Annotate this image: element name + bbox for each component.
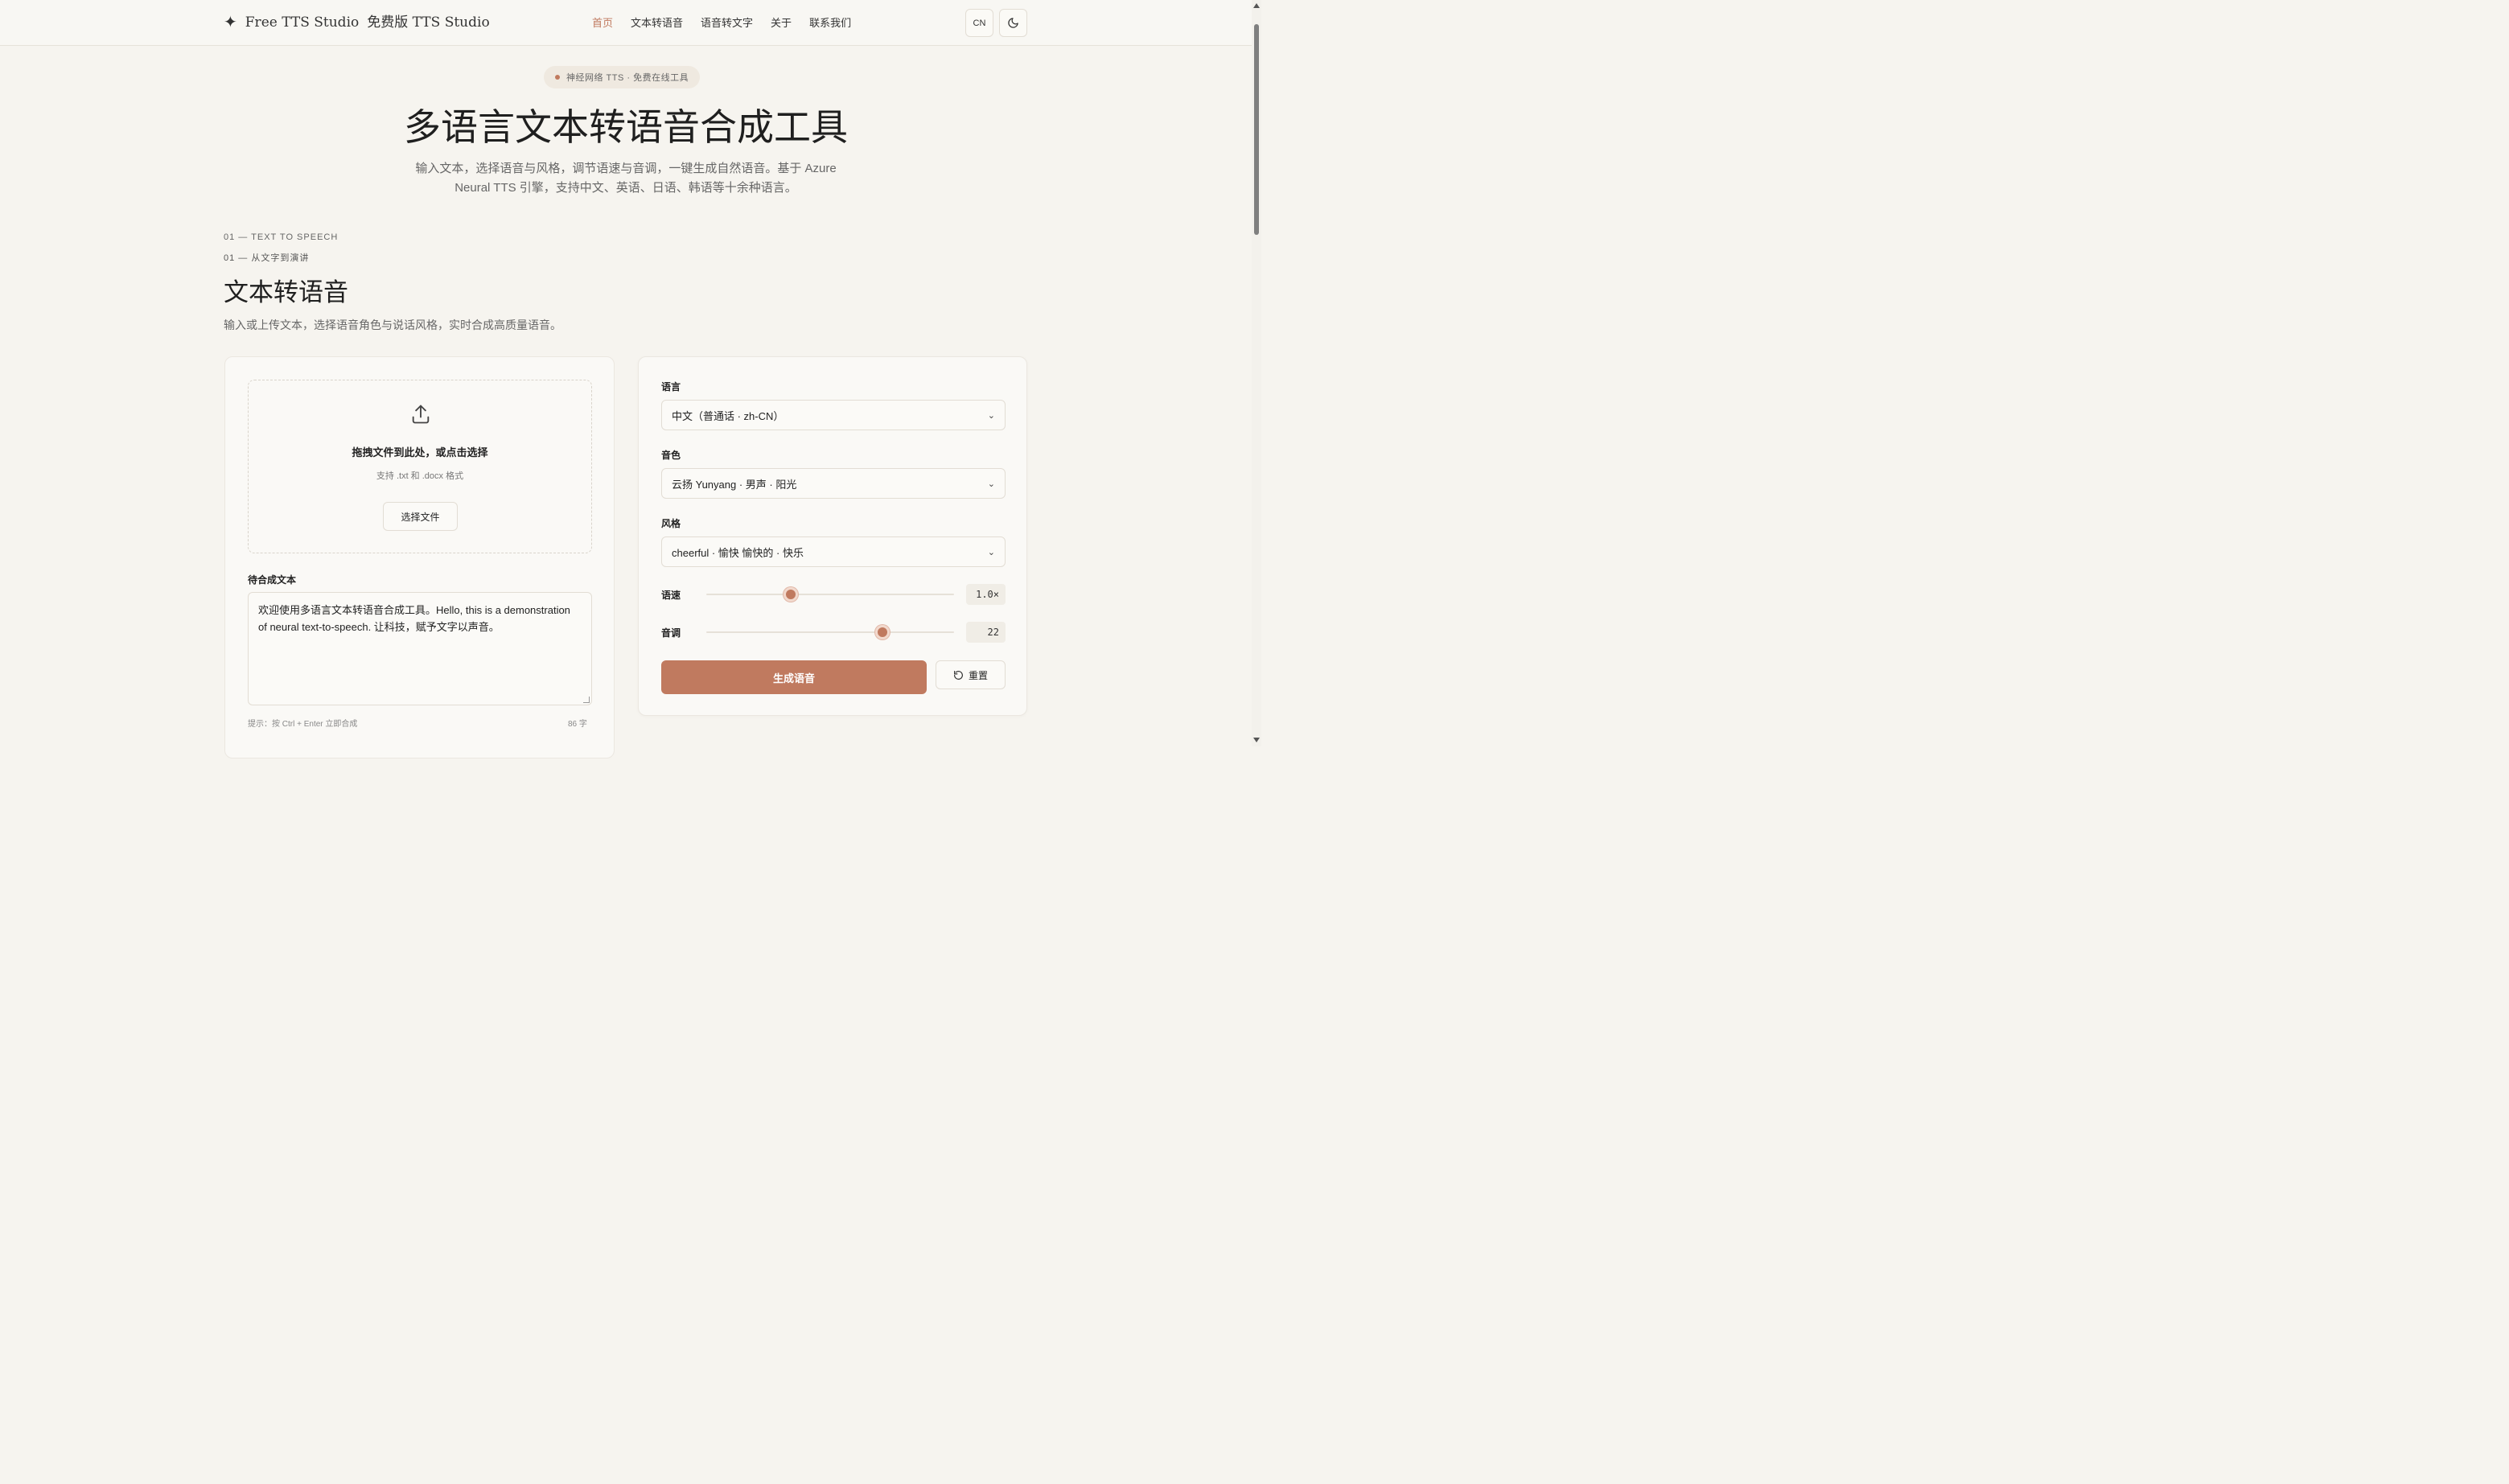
top-navigation-bar: ✦ Free TTS Studio 免费版 TTS Studio 首页 文本转语… [0, 0, 1252, 46]
brand-name-cn: 免费版 TTS Studio [367, 14, 490, 31]
reset-button-label: 重置 [968, 669, 988, 681]
reset-button[interactable]: 重置 [936, 660, 1006, 689]
file-drop-zone[interactable]: 拖拽文件到此处，或点击选择 支持 .txt 和 .docx 格式 选择文件 [248, 380, 592, 553]
brand[interactable]: ✦ Free TTS Studio 免费版 TTS Studio [224, 11, 490, 34]
section-eyebrow-en: 01 — TEXT TO SPEECH [224, 232, 339, 242]
nav-item-text-to-speech[interactable]: 文本转语音 [631, 14, 683, 30]
voice-settings-card: 语言 中文（普通话 · zh-CN） ⌄ 音色 云扬 Yunyang · 男声 … [638, 356, 1027, 716]
voice-label: 音色 [661, 450, 681, 461]
scrollbar-thumb[interactable] [1254, 24, 1259, 235]
language-select[interactable]: 中文（普通话 · zh-CN） ⌄ [661, 400, 1006, 430]
chevron-down-icon: ⌄ [987, 547, 995, 557]
speed-label: 语速 [661, 590, 681, 601]
style-label: 风格 [661, 518, 681, 529]
language-select-value: 中文（普通话 · zh-CN） [672, 409, 784, 422]
resize-handle-icon[interactable] [583, 697, 590, 703]
speed-slider[interactable] [706, 587, 954, 602]
style-select[interactable]: cheerful · 愉快 愉快的 · 快乐 ⌄ [661, 536, 1006, 567]
sparkle-icon: ✦ [224, 14, 237, 31]
hero-badge-text: 神经网络 TTS · 免费在线工具 [566, 73, 689, 83]
language-label: 语言 [661, 381, 681, 393]
chevron-down-icon: ⌄ [987, 410, 995, 421]
language-toggle-button[interactable]: CN [965, 9, 993, 37]
badge-dot-icon [555, 75, 560, 80]
chevron-down-icon: ⌄ [987, 479, 995, 489]
character-count: 86 字 [568, 720, 587, 729]
upload-icon [412, 405, 430, 424]
moon-icon [1008, 18, 1018, 28]
page-title: 多语言文本转语音合成工具 [404, 105, 848, 149]
text-input-area[interactable]: 欢迎使用多语言文本转语音合成工具。Hello, this is a demons… [248, 592, 592, 705]
main-nav: 首页 文本转语音 语音转文字 关于 联系我们 [592, 14, 851, 30]
nav-item-speech-to-text[interactable]: 语音转文字 [701, 14, 753, 30]
pitch-slider[interactable] [706, 625, 954, 639]
nav-item-home[interactable]: 首页 [592, 14, 613, 30]
nav-item-about[interactable]: 关于 [771, 14, 792, 30]
section-description: 输入或上传文本，选择语音角色与说话风格，实时合成高质量语音。 [224, 319, 561, 331]
theme-toggle-button[interactable] [999, 9, 1027, 37]
pitch-label: 音调 [661, 627, 681, 639]
text-input-label: 待合成文本 [248, 574, 297, 586]
voice-select-value: 云扬 Yunyang · 男声 · 阳光 [672, 478, 797, 491]
speed-slider-thumb[interactable] [783, 587, 798, 602]
scroll-up-icon[interactable] [1253, 3, 1260, 8]
drop-zone-hint: 支持 .txt 和 .docx 格式 [376, 471, 464, 481]
page-scrollbar[interactable] [1252, 0, 1261, 746]
speed-slider-row: 语速 1.0× [661, 584, 1006, 605]
style-select-value: cheerful · 愉快 愉快的 · 快乐 [672, 546, 804, 559]
hero-badge: 神经网络 TTS · 免费在线工具 [544, 66, 701, 88]
reset-icon [954, 670, 963, 680]
hero-description: 输入文本，选择语音与风格，调节语速与音调，一键生成自然语音。基于 Azure N… [415, 162, 837, 195]
drop-zone-title: 拖拽文件到此处，或点击选择 [352, 446, 488, 458]
brand-name: Free TTS Studio [245, 14, 360, 31]
text-input-value: 欢迎使用多语言文本转语音合成工具。Hello, this is a demons… [258, 604, 570, 633]
pitch-slider-thumb[interactable] [874, 625, 890, 639]
section-title: 文本转语音 [224, 278, 348, 307]
text-input-card: 拖拽文件到此处，或点击选择 支持 .txt 和 .docx 格式 选择文件 待合… [224, 356, 615, 758]
speed-value: 1.0× [966, 584, 1006, 605]
generate-speech-button[interactable]: 生成语音 [661, 660, 927, 694]
pitch-slider-row: 音调 22 [661, 622, 1006, 643]
choose-file-button[interactable]: 选择文件 [383, 502, 458, 531]
scroll-down-icon[interactable] [1253, 738, 1260, 742]
section-eyebrow-cn: 01 — 从文字到演讲 [224, 253, 310, 263]
voice-select[interactable]: 云扬 Yunyang · 男声 · 阳光 ⌄ [661, 468, 1006, 499]
shortcut-tip: 提示：按 Ctrl + Enter 立即合成 [248, 720, 358, 729]
nav-item-contact[interactable]: 联系我们 [809, 14, 851, 30]
pitch-value: 22 [966, 622, 1006, 643]
